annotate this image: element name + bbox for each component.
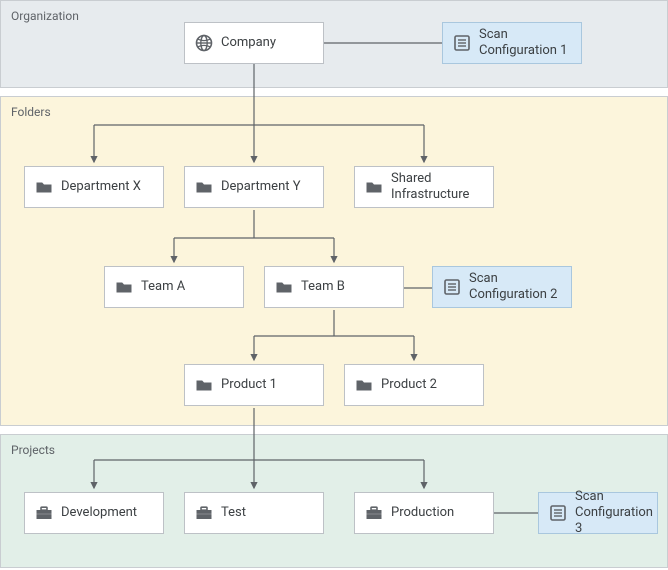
node-label: ScanConfiguration 1: [479, 27, 571, 60]
node-production: Production: [354, 492, 494, 534]
section-folders: Folders: [0, 96, 668, 426]
folder-icon: [115, 278, 133, 296]
node-product-1: Product 1: [184, 364, 324, 406]
node-label: Team A: [141, 279, 233, 295]
config-icon: [453, 34, 471, 52]
briefcase-icon: [195, 504, 213, 522]
node-product-2: Product 2: [344, 364, 484, 406]
node-development: Development: [24, 492, 164, 534]
node-company: Company: [184, 22, 324, 64]
node-shared-infrastructure: SharedInfrastructure: [354, 166, 494, 208]
folder-icon: [195, 376, 213, 394]
folder-icon: [195, 178, 213, 196]
node-scan-config-1: ScanConfiguration 1: [442, 22, 582, 64]
node-scan-config-2: ScanConfiguration 2: [432, 266, 572, 308]
section-label-folders: Folders: [11, 105, 51, 119]
node-label: ScanConfiguration 3: [575, 489, 653, 538]
config-icon: [443, 278, 461, 296]
briefcase-icon: [35, 504, 53, 522]
node-label: Development: [61, 505, 153, 521]
node-label: Product 2: [381, 377, 473, 393]
folder-icon: [275, 278, 293, 296]
node-label: Department Y: [221, 179, 313, 195]
node-team-b: Team B: [264, 266, 404, 308]
briefcase-icon: [365, 504, 383, 522]
node-label: Department X: [61, 179, 153, 195]
folder-icon: [35, 178, 53, 196]
config-icon: [549, 504, 567, 522]
section-label-projects: Projects: [11, 443, 55, 457]
node-department-y: Department Y: [184, 166, 324, 208]
node-test: Test: [184, 492, 324, 534]
node-label: Test: [221, 505, 313, 521]
section-label-organization: Organization: [11, 9, 79, 23]
node-label: Company: [221, 35, 313, 51]
node-label: Production: [391, 505, 483, 521]
folder-icon: [365, 178, 383, 196]
folder-icon: [355, 376, 373, 394]
node-label: Product 1: [221, 377, 313, 393]
node-label: Team B: [301, 279, 393, 295]
globe-icon: [195, 34, 213, 52]
node-label: ScanConfiguration 2: [469, 271, 561, 304]
node-department-x: Department X: [24, 166, 164, 208]
node-label: SharedInfrastructure: [391, 171, 483, 204]
node-scan-config-3: ScanConfiguration 3: [538, 492, 658, 534]
node-team-a: Team A: [104, 266, 244, 308]
